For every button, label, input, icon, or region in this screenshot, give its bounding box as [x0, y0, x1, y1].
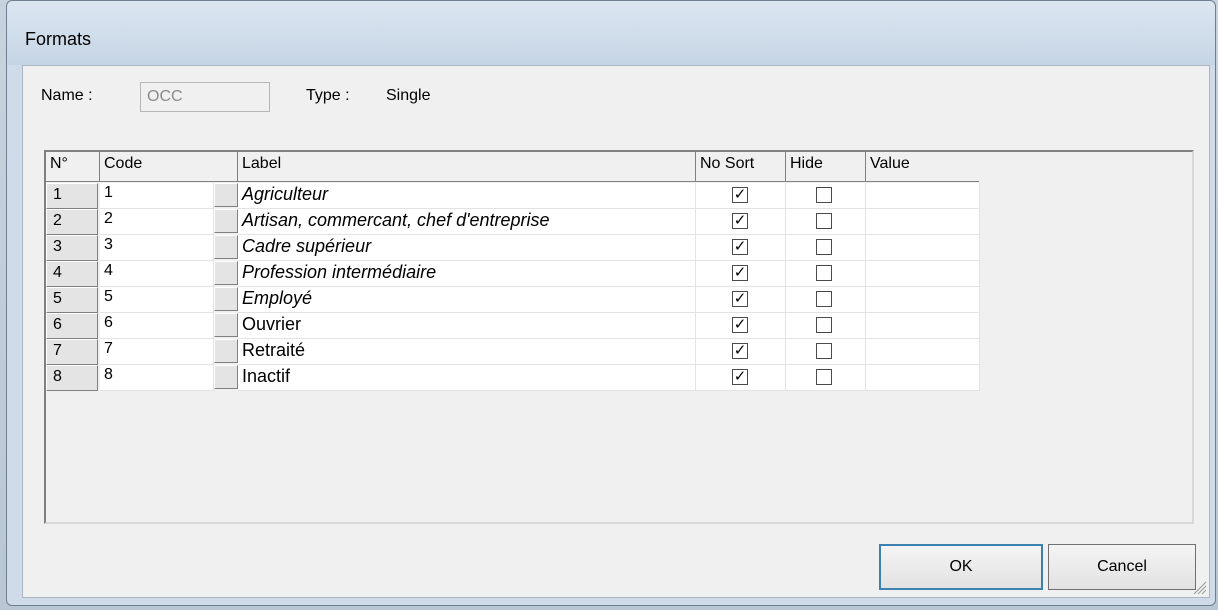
code-cell[interactable]: 6 [100, 313, 214, 339]
column-header-hide[interactable]: Hide [786, 152, 866, 182]
no-sort-checkbox[interactable]: ✓ [732, 317, 748, 333]
column-header-no-sort[interactable]: No Sort [696, 152, 786, 182]
name-field[interactable] [140, 82, 270, 112]
hide-cell [786, 183, 866, 209]
header-filler [979, 152, 1192, 182]
dialog-client-area: Name : Type : Single N° Code Label No So… [22, 65, 1210, 598]
table-row[interactable]: 1 1 Agriculteur ✓ [46, 183, 980, 209]
code-cell[interactable]: 1 [100, 183, 214, 209]
table-row[interactable]: 4 4 Profession intermédiaire ✓ [46, 261, 980, 287]
no-sort-checkbox[interactable]: ✓ [732, 369, 748, 385]
label-cell[interactable]: Profession intermédiaire [238, 261, 696, 287]
row-number-button[interactable]: 5 [46, 287, 98, 313]
code-edit-button[interactable] [214, 365, 238, 389]
hide-cell [786, 209, 866, 235]
table-row[interactable]: 8 8 Inactif ✓ [46, 365, 980, 391]
no-sort-checkbox[interactable]: ✓ [732, 239, 748, 255]
code-edit-button[interactable] [214, 261, 238, 285]
column-header-label[interactable]: Label [238, 152, 696, 182]
hide-checkbox[interactable] [816, 317, 832, 333]
code-edit-button[interactable] [214, 183, 238, 207]
label-cell[interactable]: Retraité [238, 339, 696, 365]
row-number-button[interactable]: 2 [46, 209, 98, 235]
dialog-title: Formats [25, 29, 92, 49]
hide-checkbox[interactable] [816, 187, 832, 203]
row-number-button[interactable]: 7 [46, 339, 98, 365]
no-sort-checkbox[interactable]: ✓ [732, 213, 748, 229]
code-cell[interactable]: 4 [100, 261, 214, 287]
label-cell[interactable]: Artisan, commercant, chef d'entreprise [238, 209, 696, 235]
label-cell[interactable]: Employé [238, 287, 696, 313]
no-sort-checkbox[interactable]: ✓ [732, 265, 748, 281]
value-cell[interactable] [866, 183, 980, 209]
no-sort-cell: ✓ [696, 339, 786, 365]
table-row[interactable]: 3 3 Cadre supérieur ✓ [46, 235, 980, 261]
hide-cell [786, 365, 866, 391]
no-sort-checkbox[interactable]: ✓ [732, 187, 748, 203]
type-value: Single [386, 87, 431, 104]
name-label: Name : [41, 87, 93, 104]
ok-button[interactable]: OK [879, 544, 1043, 590]
value-cell[interactable] [866, 365, 980, 391]
code-edit-button[interactable] [214, 313, 238, 337]
hide-checkbox[interactable] [816, 239, 832, 255]
hide-checkbox[interactable] [816, 213, 832, 229]
label-cell[interactable]: Cadre supérieur [238, 235, 696, 261]
formats-grid[interactable]: N° Code Label No Sort Hide Value 1 1 Agric… [44, 150, 1194, 524]
no-sort-cell: ✓ [696, 235, 786, 261]
column-header-value[interactable]: Value [866, 152, 980, 182]
row-number-button[interactable]: 1 [46, 183, 98, 209]
value-cell[interactable] [866, 313, 980, 339]
type-label: Type : [306, 87, 350, 104]
value-cell[interactable] [866, 339, 980, 365]
code-cell[interactable]: 2 [100, 209, 214, 235]
table-row[interactable]: 5 5 Employé ✓ [46, 287, 980, 313]
label-cell[interactable]: Ouvrier [238, 313, 696, 339]
code-cell[interactable]: 5 [100, 287, 214, 313]
hide-cell [786, 235, 866, 261]
hide-checkbox[interactable] [816, 369, 832, 385]
no-sort-checkbox[interactable]: ✓ [732, 343, 748, 359]
code-cell[interactable]: 3 [100, 235, 214, 261]
cancel-button[interactable]: Cancel [1048, 544, 1196, 590]
hide-checkbox[interactable] [816, 291, 832, 307]
no-sort-cell: ✓ [696, 209, 786, 235]
code-edit-button[interactable] [214, 209, 238, 233]
row-number-button[interactable]: 8 [46, 365, 98, 391]
no-sort-checkbox[interactable]: ✓ [732, 291, 748, 307]
label-cell[interactable]: Inactif [238, 365, 696, 391]
column-header-code[interactable]: Code [100, 152, 238, 182]
row-number-button[interactable]: 6 [46, 313, 98, 339]
title-bar[interactable]: Formats [7, 1, 1215, 65]
hide-cell [786, 313, 866, 339]
value-cell[interactable] [866, 235, 980, 261]
value-cell[interactable] [866, 209, 980, 235]
code-cell[interactable]: 7 [100, 339, 214, 365]
value-cell[interactable] [866, 261, 980, 287]
no-sort-cell: ✓ [696, 365, 786, 391]
column-header-n[interactable]: N° [46, 152, 100, 182]
hide-checkbox[interactable] [816, 343, 832, 359]
row-number-button[interactable]: 4 [46, 261, 98, 287]
code-edit-button[interactable] [214, 287, 238, 311]
hide-cell [786, 261, 866, 287]
formats-dialog: Formats Name : Type : Single N° Code Lab… [6, 0, 1216, 606]
no-sort-cell: ✓ [696, 313, 786, 339]
row-number-button[interactable]: 3 [46, 235, 98, 261]
no-sort-cell: ✓ [696, 183, 786, 209]
no-sort-cell: ✓ [696, 287, 786, 313]
hide-checkbox[interactable] [816, 265, 832, 281]
hide-cell [786, 339, 866, 365]
value-cell[interactable] [866, 287, 980, 313]
code-edit-button[interactable] [214, 339, 238, 363]
label-cell[interactable]: Agriculteur [238, 183, 696, 209]
table-row[interactable]: 7 7 Retraité ✓ [46, 339, 980, 365]
no-sort-cell: ✓ [696, 261, 786, 287]
hide-cell [786, 287, 866, 313]
code-cell[interactable]: 8 [100, 365, 214, 391]
table-row[interactable]: 6 6 Ouvrier ✓ [46, 313, 980, 339]
code-edit-button[interactable] [214, 235, 238, 259]
table-row[interactable]: 2 2 Artisan, commercant, chef d'entreprise… [46, 209, 980, 235]
resize-grip-icon[interactable] [1191, 579, 1207, 595]
